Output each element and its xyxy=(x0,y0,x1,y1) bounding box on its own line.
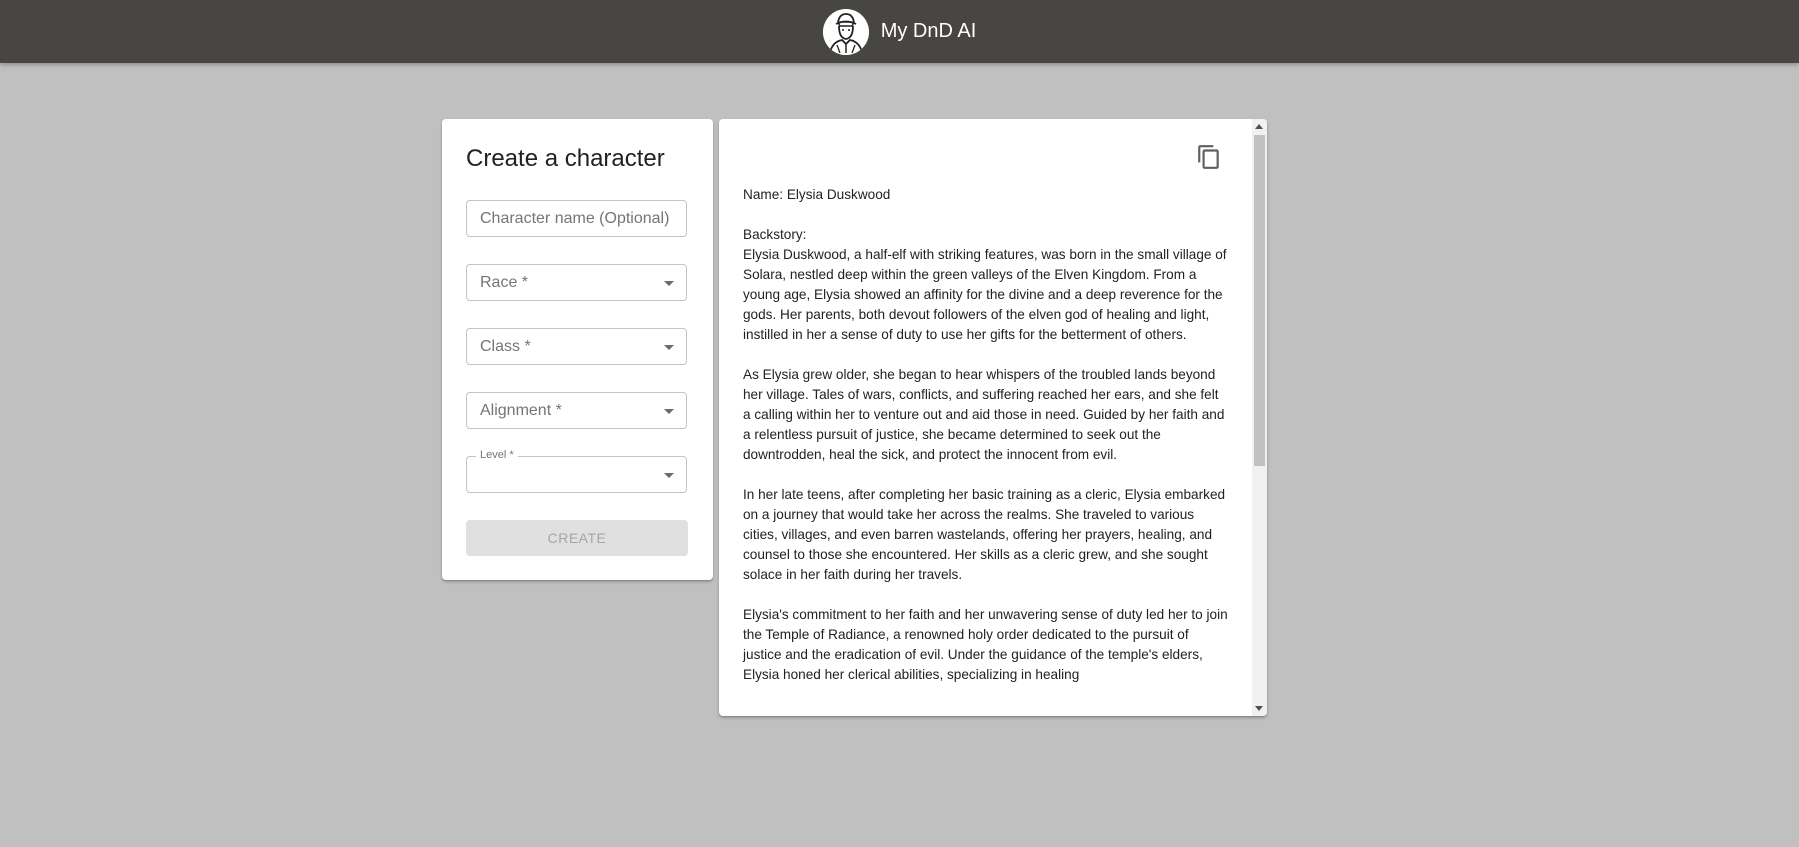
chevron-down-icon xyxy=(664,281,674,286)
alignment-label: Alignment * xyxy=(480,402,562,419)
chevron-down-icon xyxy=(664,409,674,414)
create-character-form: Create a character Character name (Optio… xyxy=(442,119,713,580)
class-label: Class * xyxy=(480,338,531,355)
brand[interactable]: My DnD AI xyxy=(822,8,977,55)
character-name-placeholder: Character name (Optional) xyxy=(480,210,670,227)
character-output-panel: Name: Elysia Duskwood Backstory: Elysia … xyxy=(719,119,1267,716)
scroll-down-arrow-icon[interactable] xyxy=(1255,706,1263,711)
chevron-down-icon xyxy=(664,345,674,350)
level-label: Level * xyxy=(476,449,518,461)
copy-icon[interactable] xyxy=(1196,144,1222,170)
character-name-input[interactable]: Character name (Optional) xyxy=(466,200,687,237)
scroll-thumb[interactable] xyxy=(1254,135,1265,466)
class-select[interactable]: Class * xyxy=(466,328,687,365)
scroll-up-arrow-icon[interactable] xyxy=(1255,124,1263,129)
create-button[interactable]: CREATE xyxy=(466,520,688,556)
level-select[interactable]: Level * xyxy=(466,449,687,493)
chevron-down-icon xyxy=(664,473,674,478)
app-bar: My DnD AI xyxy=(0,0,1799,63)
race-select[interactable]: Race * xyxy=(466,264,687,301)
race-label: Race * xyxy=(480,274,529,291)
character-output-text: Name: Elysia Duskwood Backstory: Elysia … xyxy=(743,187,1228,682)
app-title: My DnD AI xyxy=(880,20,977,42)
form-title: Create a character xyxy=(466,145,665,172)
alignment-select[interactable]: Alignment * xyxy=(466,392,687,429)
adventurer-avatar-icon xyxy=(822,8,869,55)
output-scrollbar[interactable] xyxy=(1252,119,1267,716)
